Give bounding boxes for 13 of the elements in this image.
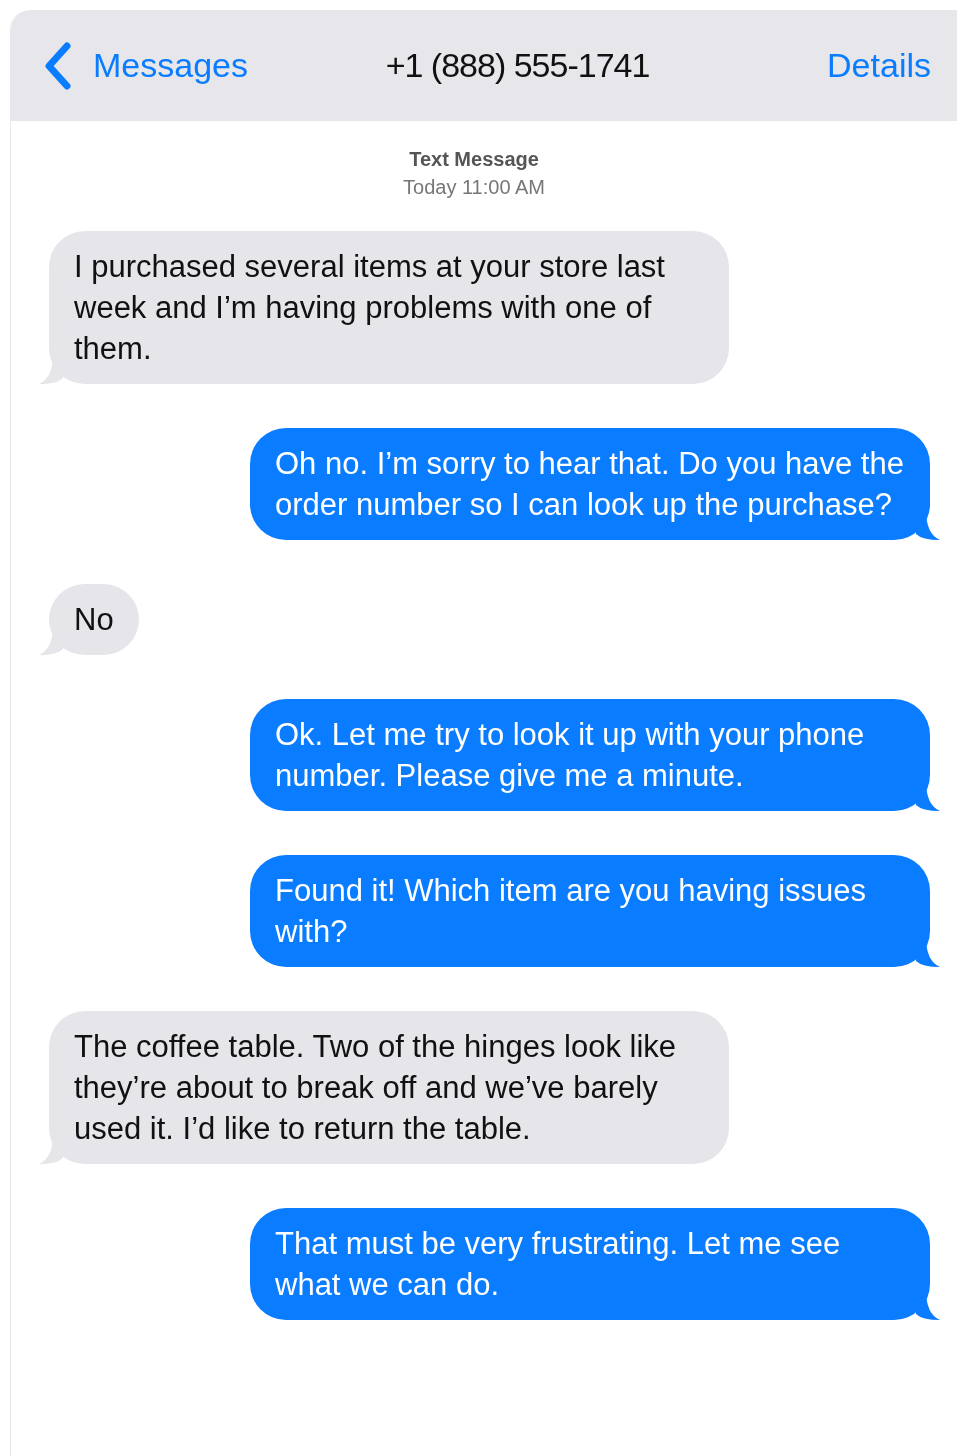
contact-title: +1 (888) 555-1741 xyxy=(385,45,650,86)
message-type-label: Text Message xyxy=(409,147,539,172)
message-timestamp: Today 11:00 AM xyxy=(403,175,545,200)
message-bubble: No xyxy=(49,584,139,655)
message-bubble: I purchased several items at your store last week and I’m having problems with one of them. xyxy=(49,231,729,384)
message-bubble: That must be very frustrating. Let me see what we can do. xyxy=(250,1208,930,1320)
back-button[interactable]: Messages xyxy=(43,40,248,91)
chevron-left-icon xyxy=(43,41,71,90)
message-bubble: Found it! Which item are you having issues with? xyxy=(250,855,930,967)
message-bubble: The coffee table. Two of the hinges look like they’re about to break off and we’ve barely used it. I’d like to return the table. xyxy=(49,1011,729,1164)
message-bubble: Ok. Let me try to look it up with your phone number. Please give me a minute. xyxy=(250,699,930,811)
message-bubble: Oh no. I’m sorry to hear that. Do you have the order number so I can look up the purchase? xyxy=(250,428,930,540)
details-button[interactable]: Details xyxy=(827,40,931,91)
